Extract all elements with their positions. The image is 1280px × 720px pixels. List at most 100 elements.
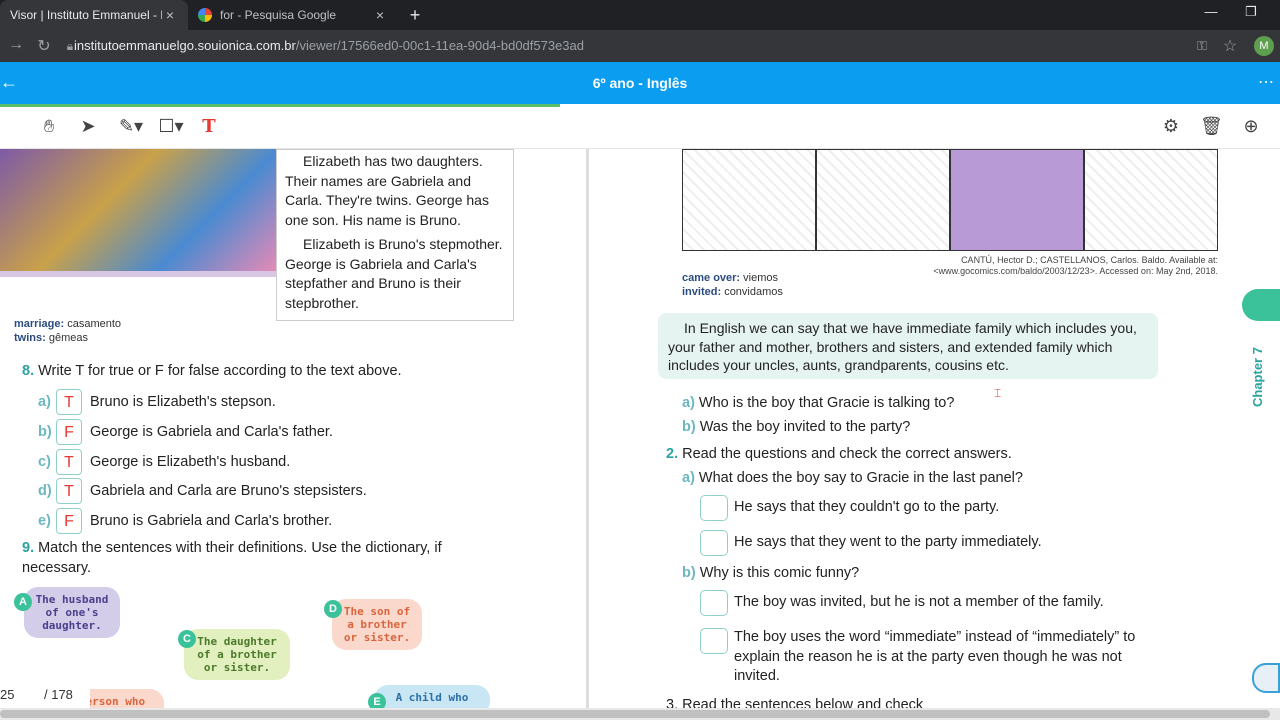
answer-box[interactable]: F: [56, 508, 82, 534]
family-illustration: [0, 149, 276, 277]
tab-google[interactable]: for - Pesquisa Google ×: [188, 0, 398, 30]
gear-icon[interactable]: ⚙: [1160, 116, 1182, 140]
option-text: The boy uses the word “immediate” instea…: [734, 629, 1136, 684]
item-text: Was the boy invited to the party?: [699, 419, 911, 435]
answer-option: The boy was invited, but he is not a mem…: [700, 590, 1104, 616]
answer-box[interactable]: T: [56, 478, 82, 504]
checkbox[interactable]: [700, 530, 728, 556]
list-item: c) T George is Elizabeth's husband.: [38, 449, 290, 475]
definition-bubble-a: The husband of one's daughter.: [24, 587, 120, 638]
bubble-letter: D: [324, 600, 342, 618]
page-divider: [586, 149, 589, 708]
list-item: a) Who is the boy that Gracie is talking …: [682, 395, 954, 411]
pointer-tool-icon[interactable]: ➤: [78, 116, 98, 140]
item-text: Who is the boy that Gracie is talking to…: [698, 395, 955, 411]
tab-title: for - Pesquisa Google: [220, 8, 337, 22]
checkbox[interactable]: [700, 590, 728, 616]
page-title: 6º ano - Inglês: [592, 75, 688, 91]
minimize-button[interactable]: —: [1200, 4, 1222, 19]
trash-icon[interactable]: 🗑︎: [1200, 116, 1223, 140]
list-item: b) F George is Gabriela and Carla's fath…: [38, 419, 333, 445]
item-text: Bruno is Gabriela and Carla's brother.: [90, 513, 333, 529]
answer-option: He says that they couldn't go to the par…: [700, 495, 999, 521]
text-tool-button[interactable]: T: [196, 116, 222, 140]
bubble-letter: E: [368, 693, 386, 708]
vocabulary-box: came over: viemos invited: convidamos: [682, 271, 783, 299]
comic-panel: [951, 150, 1085, 250]
vocab-term: invited:: [682, 286, 722, 298]
question-9: 9. Match the sentences with their definit…: [22, 539, 502, 578]
comic-panel: [817, 150, 951, 250]
add-icon[interactable]: ⊕: [1240, 116, 1262, 140]
url-path: /viewer/17566ed0-00c1-11ea-90d4-bd0df573…: [295, 38, 584, 53]
question-text: Write T for true or F for false accordin…: [38, 363, 402, 379]
key-icon[interactable]: ⚿: [1192, 38, 1212, 54]
item-letter: b): [682, 565, 696, 581]
answer-box[interactable]: T: [56, 389, 82, 415]
item-letter: a): [38, 394, 51, 410]
comic-panel: [683, 150, 817, 250]
item-letter: b): [38, 424, 52, 440]
new-tab-button[interactable]: +: [404, 4, 426, 26]
text-cursor-icon: ⌶: [994, 386, 1002, 400]
forward-icon[interactable]: →: [6, 36, 26, 54]
option-text: The boy was invited, but he is not a mem…: [734, 594, 1104, 610]
item-text: Gabriela and Carla are Bruno's stepsiste…: [90, 483, 367, 499]
bubble-letter: C: [178, 630, 196, 648]
horizontal-scrollbar[interactable]: [0, 708, 1280, 720]
tab-visor[interactable]: Visor | Instituto Emmanuel - Ionic ×: [0, 0, 188, 30]
item-text: What does the boy say to Gracie in the l…: [698, 470, 1023, 486]
reload-icon[interactable]: ↻: [34, 36, 54, 56]
url-host: institutoemmanuelgo.souionica.com.br: [74, 38, 296, 53]
vocab-term: came over:: [682, 272, 741, 284]
info-box: In English we can say that we have immed…: [658, 313, 1158, 379]
comic-credit: CANTÚ, Hector D.; CASTELLANOS, Carlos. B…: [933, 255, 1218, 276]
close-icon[interactable]: ×: [162, 7, 178, 23]
bubble-letter: A: [14, 593, 32, 611]
url-field[interactable]: institutoemmanuelgo.souionica.com.br/vie…: [74, 38, 584, 53]
chapter-tab[interactable]: [1242, 289, 1280, 321]
highlighter-tool-icon[interactable]: ✎▾: [116, 116, 146, 140]
scrollbar-thumb[interactable]: [0, 710, 1270, 718]
answer-option: The boy uses the word “immediate” instea…: [700, 628, 1160, 687]
tab-title: Visor | Instituto Emmanuel - Ionic: [10, 8, 162, 22]
shape-tool-icon[interactable]: ☐▾: [156, 116, 186, 140]
answer-box[interactable]: F: [56, 419, 82, 445]
star-icon[interactable]: ☆: [1220, 36, 1240, 56]
current-page[interactable]: 25: [0, 687, 14, 702]
viewer-toolbar: ✋︎ ➤ ✎▾ ☐▾ T ⚙ 🗑︎ ⊕: [0, 107, 1280, 149]
document-viewer[interactable]: Elizabeth has two daughters. Their names…: [0, 149, 1280, 708]
question-8: 8. Write T for true or F for false accord…: [22, 363, 402, 379]
vocab-meaning: gêmeas: [48, 332, 88, 344]
browser-tab-strip: Visor | Instituto Emmanuel - Ionic × for…: [0, 0, 1280, 30]
more-icon[interactable]: ⋯: [1258, 72, 1274, 92]
list-item: d) T Gabriela and Carla are Bruno's step…: [38, 478, 367, 504]
option-text: He says that they went to the party imme…: [734, 534, 1042, 550]
comic-panel: [1085, 150, 1217, 250]
hand-tool-icon[interactable]: ✋︎: [38, 116, 60, 140]
reading-text-box: Elizabeth has two daughters. Their names…: [276, 149, 514, 321]
address-bar: → ↻ 🔒︎ institutoemmanuelgo.souionica.com…: [0, 30, 1280, 62]
comic-strip: [682, 149, 1218, 251]
definition-bubble-d: The son of a brother or sister.: [332, 599, 422, 650]
list-item: b) Why is this comic funny?: [682, 565, 859, 581]
profile-avatar[interactable]: M: [1254, 36, 1274, 56]
reading-paragraph: Elizabeth is Bruno's stepmother. George …: [285, 236, 503, 311]
vocabulary-box: marriage: casamento twins: gêmeas: [14, 317, 121, 345]
item-letter: e): [38, 513, 51, 529]
list-item: a) T Bruno is Elizabeth's stepson.: [38, 389, 276, 415]
checkbox[interactable]: [700, 495, 728, 521]
list-item: e) F Bruno is Gabriela and Carla's broth…: [38, 508, 332, 534]
answer-box[interactable]: T: [56, 449, 82, 475]
vocab-meaning: casamento: [67, 318, 122, 330]
checkbox[interactable]: [700, 628, 728, 654]
assistant-button[interactable]: [1252, 663, 1280, 693]
option-text: He says that they couldn't go to the par…: [734, 499, 1000, 515]
total-pages: / 178: [44, 687, 73, 702]
question-number: 2.: [666, 446, 679, 462]
restore-button[interactable]: ❐: [1240, 4, 1262, 20]
question-3: 3. Read the sentences below and check: [666, 697, 924, 708]
item-text: George is Gabriela and Carla's father.: [90, 424, 333, 440]
definition-bubble-e: A child who: [374, 685, 490, 708]
close-icon[interactable]: ×: [372, 7, 388, 23]
